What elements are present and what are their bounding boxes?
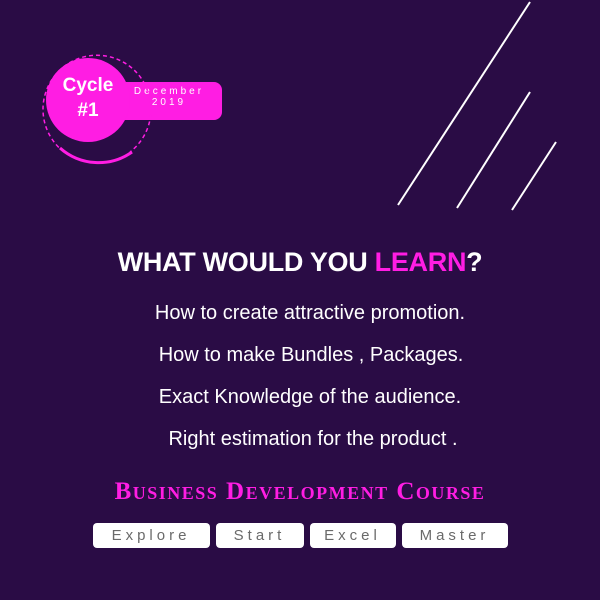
promo-poster: December 2019 Cycle #1 WHAT WOULD YOU LE… (0, 0, 600, 600)
stage-pill-master: Master (401, 523, 508, 548)
stage-pill-explore: Explore (92, 523, 210, 548)
learning-point: Exact Knowledge of the audience. (158, 386, 462, 408)
diagonal-line-1 (397, 1, 531, 206)
learning-point: How to make Bundles , Packages. (158, 344, 464, 366)
headline-prefix: WHAT WOULD YOU (117, 247, 375, 277)
learning-point: Right estimation for the product . (168, 428, 458, 450)
cycle-number: #1 (77, 100, 99, 121)
headline-highlight: LEARN (374, 247, 467, 277)
stage-pills: Explore Start Excel Master (0, 523, 600, 548)
course-title: Business Development Course (114, 478, 486, 505)
headline: WHAT WOULD YOU LEARN? (0, 247, 600, 278)
learning-points: How to create attractive promotion. How … (0, 292, 600, 460)
stage-pill-excel: Excel (309, 523, 396, 548)
diagonal-line-3 (511, 141, 557, 211)
headline-suffix: ? (466, 247, 483, 277)
cycle-label: Cycle (62, 75, 114, 96)
diagonal-line-2 (456, 91, 531, 209)
stage-pill-start: Start (215, 523, 304, 548)
learning-point: How to create attractive promotion. (154, 302, 466, 324)
